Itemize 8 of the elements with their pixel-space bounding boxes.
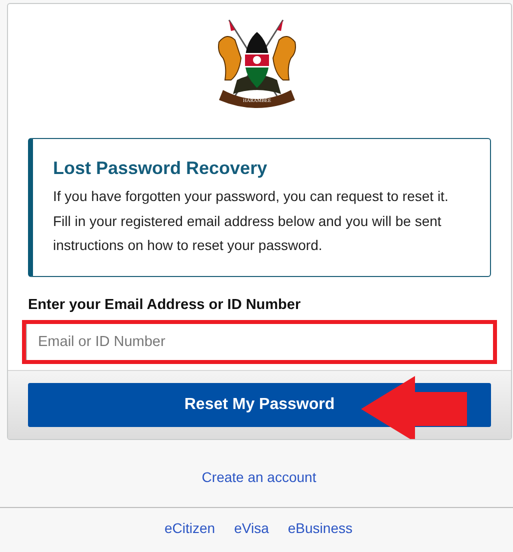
create-account-link[interactable]: Create an account	[202, 468, 316, 484]
footer-link[interactable]: eCitizen	[164, 520, 216, 536]
email-field[interactable]: Email or ID Number	[22, 320, 497, 364]
panel-text: If you have forgotten your password, you can request to reset it. Fill in your registered email address below and you will be sent instructions on how to reset your password.	[53, 187, 450, 255]
field-label: Enter your Email Address or ID Number	[28, 296, 302, 312]
footer-link[interactable]: eVisa	[234, 520, 269, 536]
footer-link[interactable]: eBusiness	[288, 520, 352, 536]
panel-title: Lost Password Recovery	[53, 158, 268, 179]
